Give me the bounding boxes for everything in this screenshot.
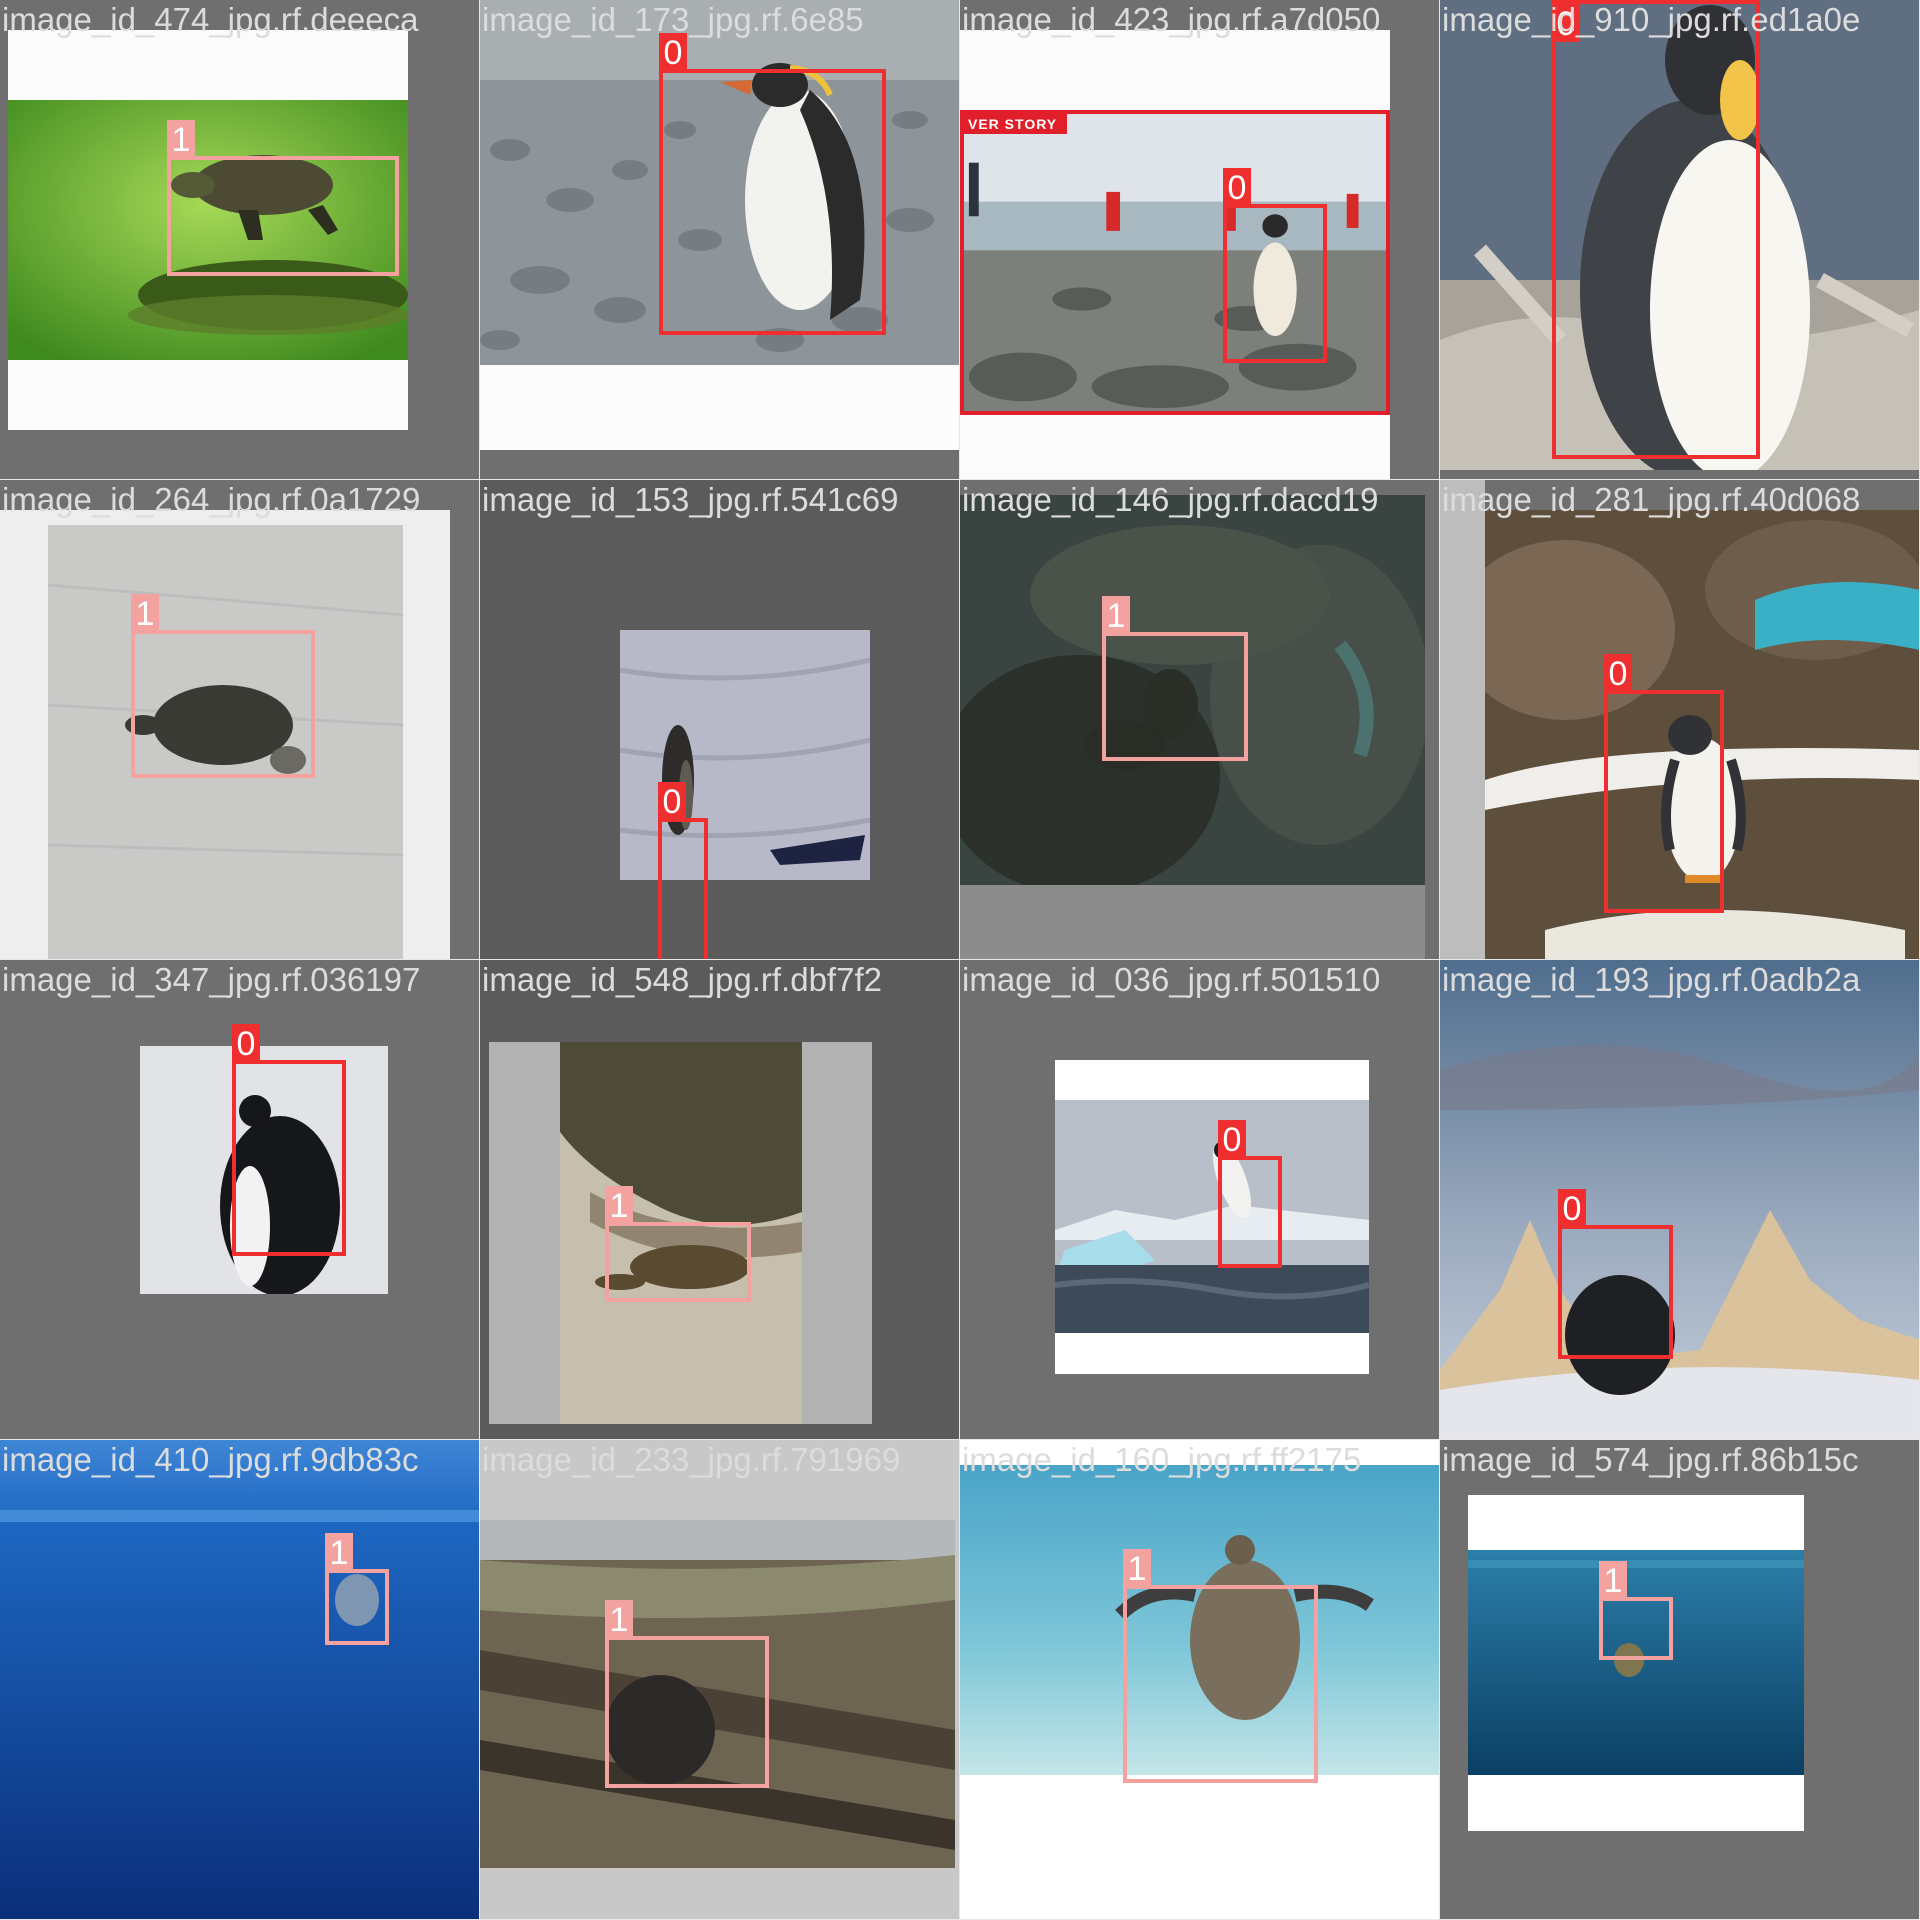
bbox-class-label: 1 <box>131 594 159 633</box>
mosaic-tile: 0 image_id_036_jpg.rf.501510 <box>960 960 1440 1440</box>
bbox-turtle: 1 <box>131 594 315 778</box>
bbox-class-label: 0 <box>658 782 686 821</box>
tile-label: image_id_036_jpg.rf.501510 <box>962 961 1381 998</box>
mosaic-tile: 1 image_id_548_jpg.rf.dbf7f2 <box>480 960 960 1440</box>
bbox-penguin: 0 <box>659 33 886 335</box>
mosaic-tile: 0 image_id_153_jpg.rf.541c69 <box>480 480 960 960</box>
bbox-turtle: 1 <box>1102 596 1248 761</box>
bbox-penguin: 0 <box>658 782 708 959</box>
detection-mosaic: 1 image_id_474_jpg.rf.deeeca 0 image_id_… <box>0 0 1920 1920</box>
bbox-turtle: 1 <box>605 1186 751 1302</box>
tile-label: image_id_548_jpg.rf.dbf7f2 <box>482 961 882 998</box>
bbox-turtle: 1 <box>1599 1561 1673 1660</box>
photo <box>1468 1550 1804 1775</box>
bbox-class-label: 0 <box>1558 1189 1586 1228</box>
mosaic-tile: VER STORY 0 image_id_423_jpg.rf.a7d050 <box>960 0 1440 480</box>
bbox-class-label: 0 <box>659 33 687 72</box>
bbox-turtle: 1 <box>167 120 399 276</box>
bbox-class-label: 0 <box>1218 1120 1246 1159</box>
bbox-turtle: 1 <box>1123 1549 1318 1783</box>
news-banner: VER STORY <box>964 114 1068 134</box>
bbox-class-label: 0 <box>1552 4 1580 43</box>
bbox-class-label: 1 <box>1123 1549 1151 1588</box>
bbox-penguin: 0 <box>1218 1120 1282 1268</box>
mosaic-tile: 1 image_id_264_jpg.rf.0a1729 <box>0 480 480 960</box>
tile-label: image_id_574_jpg.rf.86b15c <box>1442 1441 1859 1478</box>
bbox-turtle: 1 <box>605 1600 769 1788</box>
bbox-class-label: 0 <box>232 1024 260 1063</box>
mosaic-tile: 0 image_id_173_jpg.rf.6e85 <box>480 0 960 480</box>
letterbox <box>960 885 1425 959</box>
mosaic-tile: 1 image_id_146_jpg.rf.dacd19 <box>960 480 1440 960</box>
mosaic-tile: 1 image_id_233_jpg.rf.791969 <box>480 1440 960 1920</box>
photo <box>1055 1100 1369 1333</box>
mosaic-tile: 0 image_id_910_jpg.rf.ed1a0e <box>1440 0 1920 480</box>
bbox-turtle: 1 <box>325 1533 389 1645</box>
mosaic-tile: 1 image_id_410_jpg.rf.9db83c <box>0 1440 480 1920</box>
bbox-penguin: 0 <box>1604 654 1724 913</box>
tile-label: image_id_153_jpg.rf.541c69 <box>482 481 899 518</box>
bbox-class-label: 1 <box>605 1186 633 1225</box>
photo <box>1440 960 1919 1439</box>
mosaic-tile: 1 image_id_574_jpg.rf.86b15c <box>1440 1440 1920 1920</box>
tile-label: image_id_233_jpg.rf.791969 <box>482 1441 901 1478</box>
mosaic-tile: 0 image_id_281_jpg.rf.40d068 <box>1440 480 1920 960</box>
bbox-penguin: 0 <box>1552 0 1760 459</box>
bbox-class-label: 1 <box>325 1533 353 1572</box>
bbox-class-label: 0 <box>1223 168 1251 207</box>
mosaic-tile: 0 image_id_347_jpg.rf.036197 <box>0 960 480 1440</box>
bbox-penguin: 0 <box>232 1024 346 1256</box>
bbox-class-label: 1 <box>1102 596 1130 635</box>
bbox-class-label: 1 <box>605 1600 633 1639</box>
mosaic-tile: 1 image_id_474_jpg.rf.deeeca <box>0 0 480 480</box>
letterbox <box>1440 480 1485 959</box>
bbox-class-label: 0 <box>1604 654 1632 693</box>
bbox-class-label: 1 <box>167 120 195 159</box>
bbox-penguin: 0 <box>1223 168 1327 363</box>
bbox-class-label: 1 <box>1599 1561 1627 1600</box>
tile-label: image_id_347_jpg.rf.036197 <box>2 961 421 998</box>
bbox-penguin: 0 <box>1558 1189 1673 1359</box>
mosaic-tile: 1 image_id_160_jpg.rf.ff2175 <box>960 1440 1440 1920</box>
mosaic-tile: 0 image_id_193_jpg.rf.0adb2a <box>1440 960 1920 1440</box>
photo <box>0 1440 479 1919</box>
